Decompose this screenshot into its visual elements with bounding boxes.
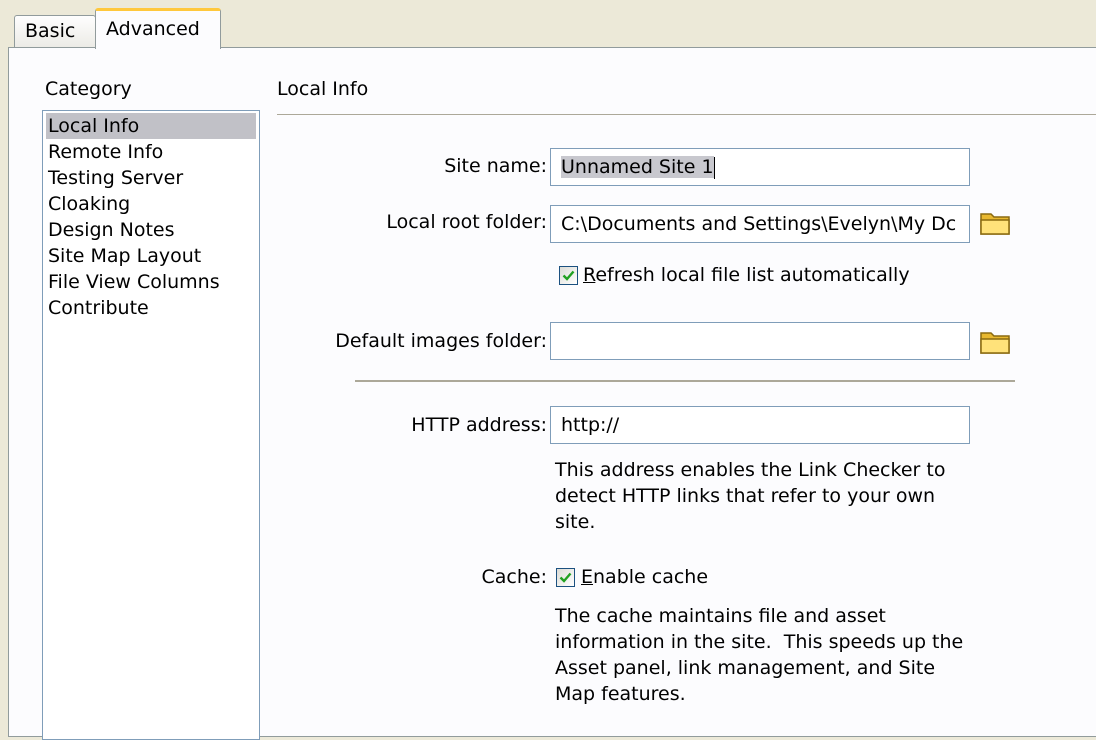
http-help-line: This address enables the Link Checker to (555, 459, 946, 481)
local-root-input[interactable]: C:\Documents and Settings\Evelyn\My Dc (550, 205, 970, 243)
category-item-file-view-columns[interactable]: File View Columns (43, 269, 259, 295)
cache-checkbox[interactable] (556, 568, 575, 587)
local-root-label: Local root folder: (386, 211, 547, 233)
refresh-label[interactable]: Refresh local file list automatically (583, 264, 910, 286)
cache-help-line: Asset panel, link management, and Site (555, 657, 936, 679)
tab-basic[interactable]: Basic (14, 15, 96, 47)
http-address-label: HTTP address: (411, 414, 547, 436)
cache-label: Cache: (481, 566, 548, 588)
default-images-label: Default images folder: (335, 330, 547, 352)
refresh-checkbox[interactable] (559, 266, 578, 285)
text-caret (713, 156, 715, 179)
check-icon (562, 270, 575, 281)
http-address-input[interactable]: http:// (550, 406, 970, 444)
site-name-label: Site name: (444, 155, 547, 177)
advanced-panel: Category Local Info Remote Info Testing … (8, 47, 1096, 740)
tab-advanced[interactable]: Advanced (95, 8, 221, 49)
category-list[interactable]: Local Info Remote Info Testing Server Cl… (42, 110, 260, 740)
check-icon (559, 572, 572, 583)
section-separator (355, 380, 1015, 382)
http-help-line: site. (555, 511, 596, 533)
category-item-site-map-layout[interactable]: Site Map Layout (43, 243, 259, 269)
refresh-mnemonic: R (583, 264, 596, 286)
cache-help-line: Map features. (555, 683, 686, 705)
http-help-line: detect HTTP links that refer to your own (555, 485, 936, 507)
category-item-cloaking[interactable]: Cloaking (43, 191, 259, 217)
folder-icon[interactable] (979, 208, 1013, 238)
section-title: Local Info (277, 78, 369, 100)
cache-help-line: The cache maintains file and asset (555, 605, 886, 627)
http-address-value: http:// (561, 414, 620, 436)
site-name-value: Unnamed Site 1 (561, 156, 714, 178)
cache-enable-text: nable cache (593, 566, 709, 588)
category-item-local-info[interactable]: Local Info (46, 113, 256, 139)
cache-mnemonic: E (581, 566, 594, 588)
folder-icon[interactable] (979, 327, 1013, 357)
category-item-design-notes[interactable]: Design Notes (43, 217, 259, 243)
default-images-input[interactable] (550, 322, 970, 360)
site-name-input[interactable]: Unnamed Site 1 (550, 148, 970, 186)
cache-help-line: information in the site. This speeds up … (555, 631, 964, 653)
category-item-remote-info[interactable]: Remote Info (43, 139, 259, 165)
cache-help-text: The cache maintains file and asset infor… (555, 603, 995, 707)
refresh-label-text: efresh local file list automatically (595, 264, 910, 286)
section-divider (277, 114, 1096, 115)
category-item-contribute[interactable]: Contribute (43, 295, 259, 321)
http-help-text: This address enables the Link Checker to… (555, 457, 975, 535)
category-item-testing-server[interactable]: Testing Server (43, 165, 259, 191)
category-label: Category (45, 78, 132, 100)
local-root-value: C:\Documents and Settings\Evelyn\My Dc (561, 213, 957, 235)
cache-enable-label[interactable]: Enable cache (581, 566, 708, 588)
